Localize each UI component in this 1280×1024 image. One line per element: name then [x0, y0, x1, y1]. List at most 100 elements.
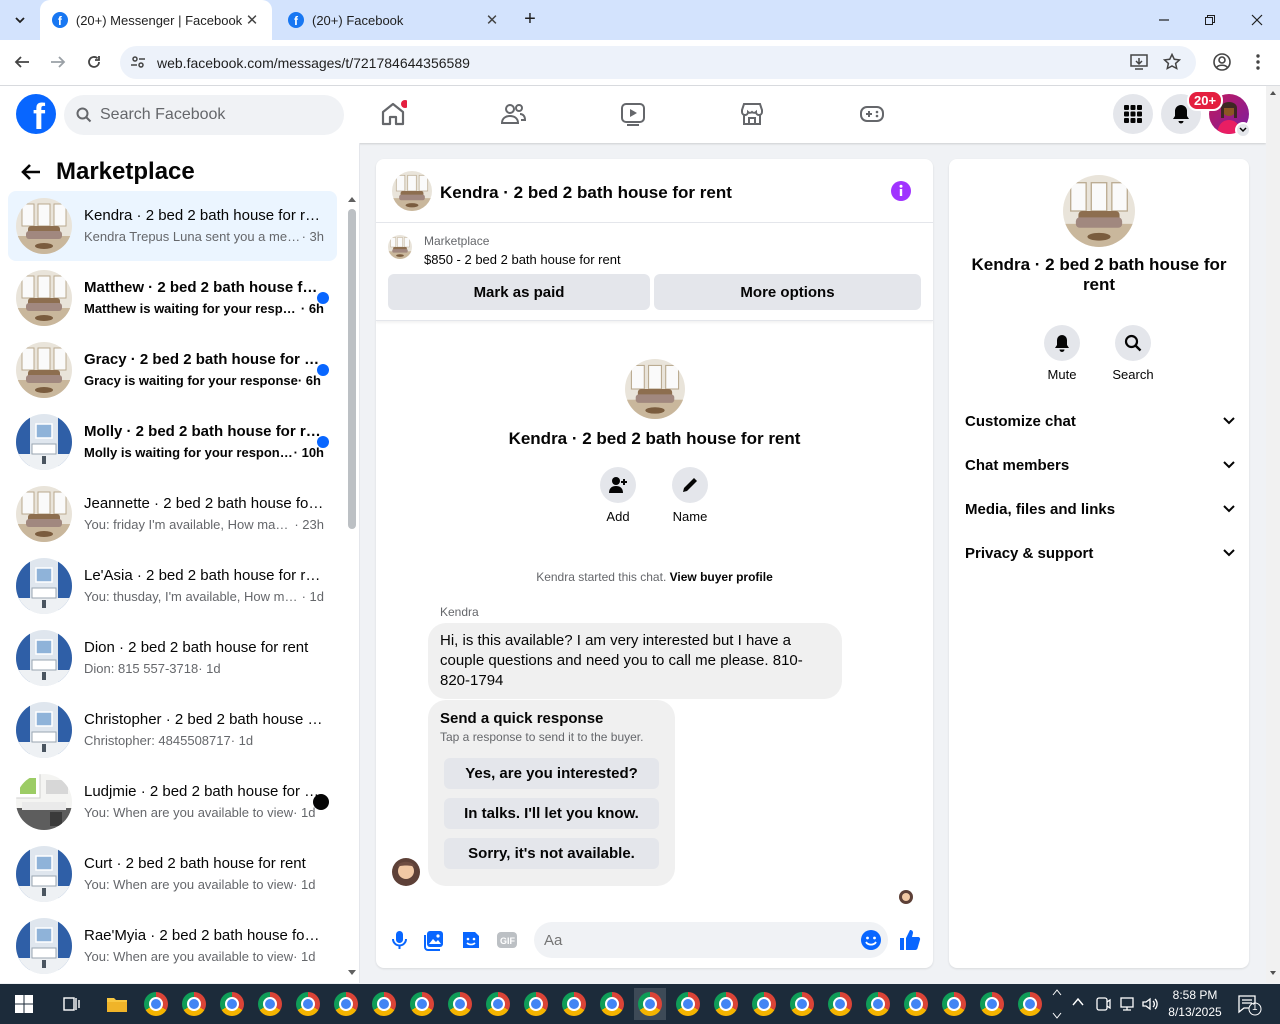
thumbs-up-icon[interactable] [898, 928, 922, 952]
quick-reply-in-talks-button[interactable]: In talks. I'll let you know. [444, 798, 659, 829]
chrome-taskbar-icon[interactable] [824, 988, 856, 1020]
chrome-taskbar-icon[interactable] [482, 988, 514, 1020]
chat-list-item[interactable]: Dion · 2 bed 2 bath house for rent Dion: … [8, 623, 337, 693]
chrome-taskbar-icon[interactable] [254, 988, 286, 1020]
meet-now-icon[interactable] [1095, 995, 1111, 1013]
search-icon[interactable] [1115, 325, 1151, 361]
chrome-taskbar-icon[interactable] [520, 988, 552, 1020]
add-action[interactable]: Add [588, 467, 648, 524]
add-person-icon[interactable] [600, 467, 636, 503]
chrome-taskbar-icon[interactable] [178, 988, 210, 1020]
chrome-taskbar-icon[interactable] [862, 988, 894, 1020]
facebook-logo-icon[interactable]: f [16, 94, 56, 134]
info-icon[interactable] [891, 181, 911, 201]
chat-list-scrollbar[interactable] [348, 209, 356, 529]
chrome-taskbar-icon[interactable] [710, 988, 742, 1020]
back-arrow-icon[interactable] [20, 162, 42, 182]
emoji-icon[interactable] [859, 928, 883, 952]
chrome-taskbar-icon[interactable] [938, 988, 970, 1020]
tab-messenger[interactable]: f (20+) Messenger | Facebook ✕ [40, 0, 272, 40]
chrome-taskbar-icon[interactable] [786, 988, 818, 1020]
mark-as-paid-button[interactable]: Mark as paid [388, 274, 650, 310]
chrome-taskbar-icon[interactable] [748, 988, 780, 1020]
media-files-links-row[interactable]: Media, files and links [965, 494, 1235, 524]
forward-icon[interactable] [48, 52, 68, 72]
address-bar[interactable]: web.facebook.com/messages/t/721784644356… [120, 46, 1196, 79]
listing-price-title[interactable]: $850 - 2 bed 2 bath house for rent [424, 252, 621, 267]
show-hidden-icons-chevron-icon[interactable] [1072, 997, 1084, 1007]
action-center-icon[interactable]: 1 [1238, 994, 1262, 1016]
chrome-taskbar-icon[interactable] [596, 988, 628, 1020]
chrome-taskbar-icon[interactable] [672, 988, 704, 1020]
site-settings-icon[interactable] [130, 54, 146, 70]
menu-grid-button[interactable] [1113, 94, 1153, 134]
profile-icon[interactable] [1212, 52, 1232, 72]
taskbar-clock[interactable]: 8:58 PM 8/13/2025 [1160, 987, 1230, 1021]
chat-list-item[interactable]: Jeannette · 2 bed 2 bath house for rent Y… [8, 479, 337, 549]
tab-close-icon[interactable]: ✕ [242, 11, 262, 29]
pencil-icon[interactable] [672, 467, 708, 503]
video-icon[interactable] [619, 100, 647, 128]
new-tab-button[interactable]: + [520, 9, 540, 30]
chrome-taskbar-icon[interactable] [1014, 988, 1046, 1020]
windows-start-icon[interactable] [8, 988, 40, 1020]
tab-search-chevron-icon[interactable] [8, 8, 32, 32]
restore-icon[interactable] [1200, 10, 1220, 30]
quick-reply-not-available-button[interactable]: Sorry, it's not available. [444, 838, 659, 869]
gaming-icon[interactable] [858, 100, 886, 128]
browser-menu-icon[interactable] [1248, 52, 1268, 72]
file-explorer-icon[interactable] [101, 988, 133, 1020]
account-chevron-down-icon[interactable] [1235, 122, 1251, 138]
message-bubble[interactable]: Hi, is this available? I am very interes… [428, 623, 842, 699]
conversation-title[interactable]: Kendra · 2 bed 2 bath house for rent [440, 183, 732, 203]
chrome-taskbar-icon[interactable] [444, 988, 476, 1020]
chrome-taskbar-icon[interactable] [330, 988, 362, 1020]
chrome-taskbar-icon[interactable] [292, 988, 324, 1020]
task-view-icon[interactable] [56, 988, 88, 1020]
network-icon[interactable] [1118, 995, 1136, 1013]
chrome-taskbar-icon[interactable] [406, 988, 438, 1020]
gif-icon[interactable]: GIF [495, 928, 519, 952]
listing-thumbnail[interactable] [388, 235, 412, 259]
mute-action[interactable]: Mute [1032, 325, 1092, 382]
chat-list-item[interactable]: Le'Asia · 2 bed 2 bath house for rent You… [8, 551, 337, 621]
search-action[interactable]: Search [1103, 325, 1163, 382]
view-buyer-profile-link[interactable]: View buyer profile [670, 570, 773, 584]
chat-list-item[interactable]: Kendra · 2 bed 2 bath house for rent Kend… [8, 191, 337, 261]
chrome-taskbar-icon[interactable] [368, 988, 400, 1020]
chat-list-item[interactable]: Christopher · 2 bed 2 bath house for ren… [8, 695, 337, 765]
chrome-taskbar-icon[interactable] [976, 988, 1008, 1020]
back-icon[interactable] [12, 52, 32, 72]
page-scrollbar[interactable] [1266, 86, 1280, 983]
photo-icon[interactable] [423, 928, 447, 952]
chrome-taskbar-icon[interactable] [140, 988, 172, 1020]
home-icon[interactable] [379, 100, 407, 128]
more-options-button[interactable]: More options [654, 274, 921, 310]
chrome-taskbar-icon[interactable] [900, 988, 932, 1020]
taskbar-scroll-up-icon[interactable] [1052, 988, 1062, 996]
volume-icon[interactable] [1141, 995, 1159, 1013]
conversation-avatar[interactable] [392, 171, 432, 211]
minimize-icon[interactable] [1154, 10, 1174, 30]
close-window-icon[interactable] [1247, 10, 1267, 30]
chat-list-item[interactable]: Matthew · 2 bed 2 bath house for rent Mat… [8, 263, 337, 333]
marketplace-icon[interactable] [738, 100, 766, 128]
facebook-search-input[interactable]: Search Facebook [64, 95, 344, 135]
tab-facebook[interactable]: f (20+) Facebook ✕ [276, 0, 512, 40]
chat-list-item[interactable]: Gracy · 2 bed 2 bath house for rent Gracy… [8, 335, 337, 405]
scroll-up-icon[interactable] [347, 195, 357, 203]
bookmark-star-icon[interactable] [1163, 53, 1181, 71]
microphone-icon[interactable] [388, 928, 412, 952]
sticker-icon[interactable] [459, 928, 483, 952]
customize-chat-row[interactable]: Customize chat [965, 406, 1235, 436]
quick-reply-yes-button[interactable]: Yes, are you interested? [444, 758, 659, 789]
page-scroll-down-icon[interactable] [1269, 970, 1277, 976]
message-input[interactable] [534, 922, 888, 958]
bell-icon[interactable] [1044, 325, 1080, 361]
page-scroll-up-icon[interactable] [1269, 90, 1277, 96]
chrome-taskbar-icon[interactable] [216, 988, 248, 1020]
chrome-taskbar-icon[interactable] [634, 988, 666, 1020]
scroll-down-icon[interactable] [347, 969, 357, 977]
chat-list-item[interactable]: Molly · 2 bed 2 bath house for rent Molly… [8, 407, 337, 477]
privacy-support-row[interactable]: Privacy & support [965, 538, 1235, 568]
